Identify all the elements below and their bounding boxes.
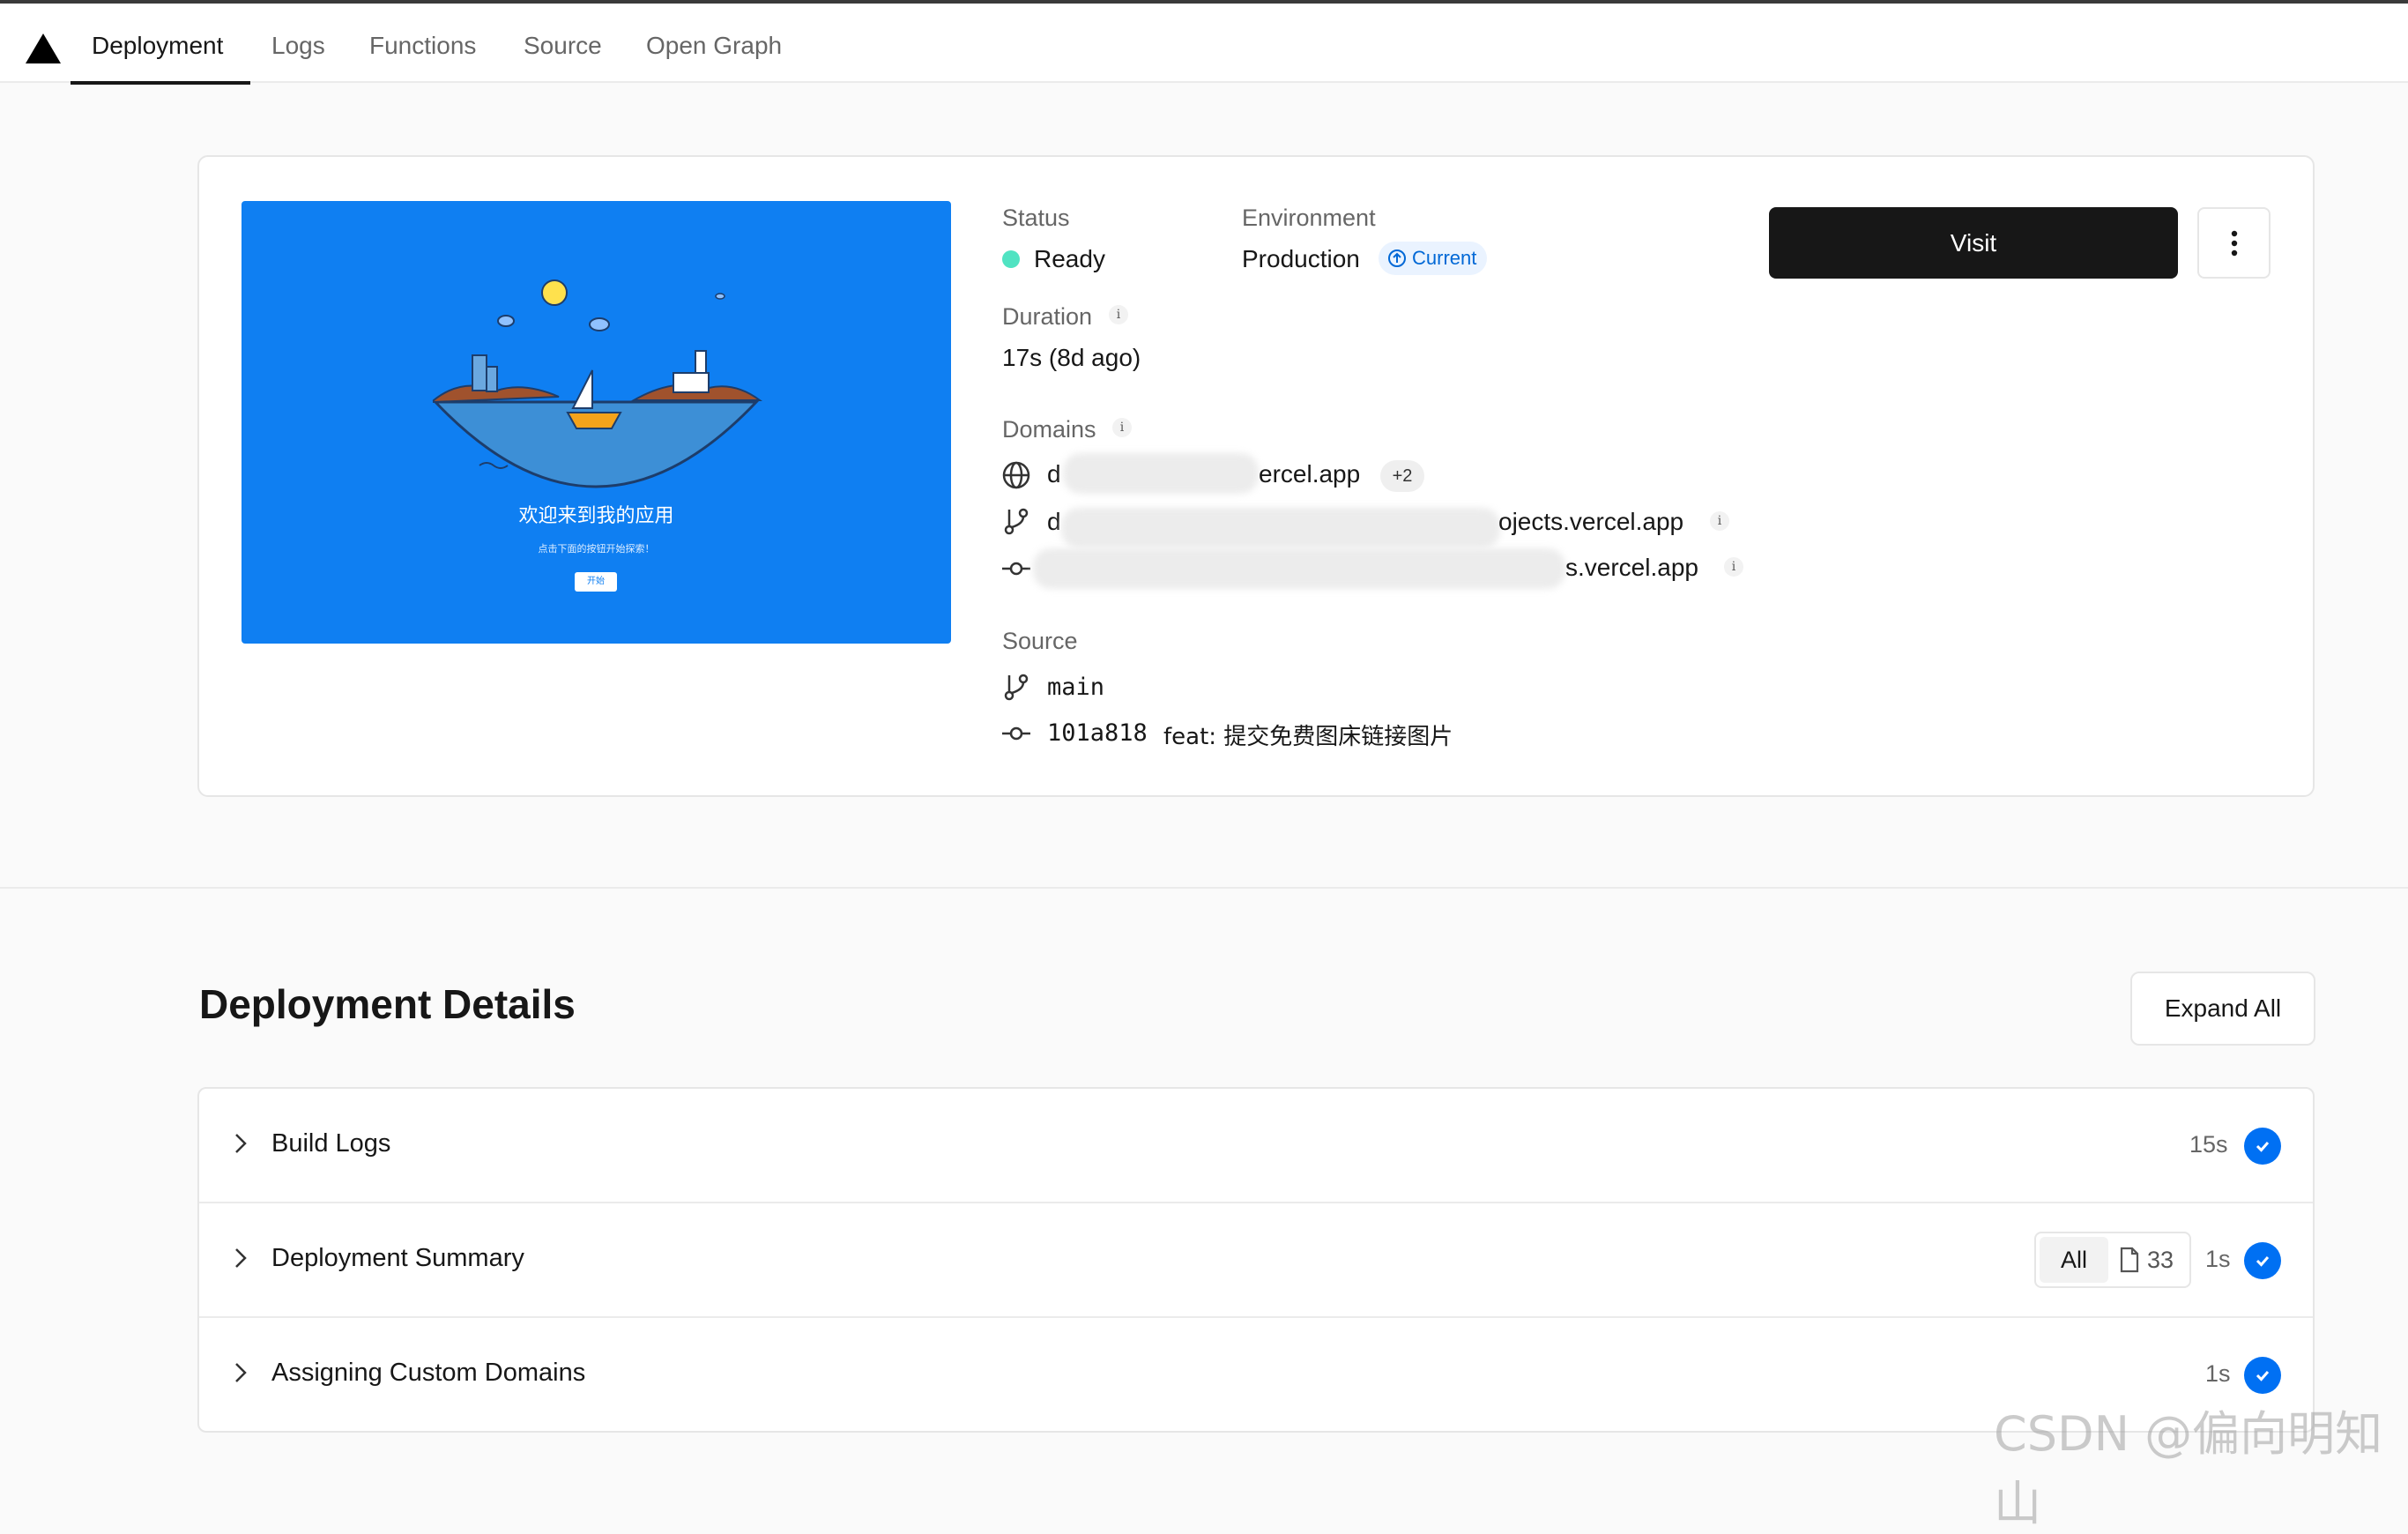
domain-link-primary-prefix[interactable]: d [1047, 460, 1061, 488]
redacted-domain-blur [1033, 548, 1565, 589]
commit-domain-info-icon[interactable]: i [1724, 557, 1743, 577]
status-value: Ready [1034, 245, 1105, 272]
tab-logs[interactable]: Logs [271, 32, 325, 60]
current-badge-label: Current [1412, 247, 1477, 269]
current-badge: Current [1379, 242, 1488, 275]
detail-row-label: Build Logs [271, 1129, 391, 1158]
detail-row-label: Deployment Summary [271, 1244, 524, 1272]
domains-info-icon[interactable]: i [1112, 418, 1132, 437]
status-indicator [1002, 250, 1020, 268]
check-circle-icon [2244, 1357, 2281, 1394]
chevron-right-icon [235, 1363, 247, 1382]
environment-value: Production [1242, 245, 1360, 272]
chevron-right-icon [235, 1134, 247, 1153]
top-navigation: Deployment Logs Functions Source Open Gr… [0, 0, 2408, 85]
source-commit-hash[interactable]: 101a818 [1047, 719, 1148, 747]
detail-row-duration: 15s [2189, 1131, 2228, 1158]
redacted-domain-blur [1063, 453, 1259, 494]
git-commit-icon [1002, 726, 1030, 741]
active-tab-indicator [71, 81, 250, 85]
branch-domain-info-icon[interactable]: i [1710, 511, 1729, 531]
preview-start-button: 开始 [575, 572, 617, 592]
section-divider [0, 887, 2408, 889]
detail-row-duration: 1s [2205, 1360, 2231, 1387]
preview-subtitle: 点击下面的按钮开始探索！ [538, 543, 655, 555]
domains-label: Domains [1002, 416, 1096, 443]
deployment-preview-thumbnail[interactable]: 欢迎来到我的应用 点击下面的按钮开始探索！ 开始 [242, 201, 951, 644]
globe-icon [1002, 461, 1030, 489]
deployment-details-title: Deployment Details [199, 981, 576, 1027]
check-circle-icon [2244, 1242, 2281, 1279]
more-domains-badge[interactable]: +2 [1380, 460, 1424, 492]
domain-link-branch[interactable]: ojects.vercel.app [1498, 508, 1683, 536]
environment-label: Environment [1242, 205, 1376, 231]
duration-info-icon[interactable]: i [1109, 305, 1128, 324]
detail-row-label: Assigning Custom Domains [271, 1359, 586, 1387]
domain-link-branch-prefix[interactable]: d [1047, 508, 1061, 536]
file-count-filter[interactable]: 33 [2119, 1247, 2174, 1274]
visit-button[interactable]: Visit [1769, 207, 2178, 279]
domain-link-primary[interactable]: ercel.app [1259, 460, 1360, 488]
check-circle-icon [2244, 1128, 2281, 1165]
file-icon [2120, 1247, 2139, 1273]
redacted-domain-blur [1061, 508, 1500, 548]
detail-row-deployment-summary[interactable]: Deployment Summary All 33 1s [199, 1203, 2313, 1318]
file-count: 33 [2147, 1246, 2174, 1273]
more-options-button[interactable] [2197, 207, 2271, 279]
preview-title: 欢迎来到我的应用 [518, 505, 674, 527]
source-commit-message[interactable]: feat: 提交免费图床链接图片 [1163, 719, 1453, 751]
chevron-right-icon [235, 1248, 247, 1268]
duration-value: 17s (8d ago) [1002, 344, 1141, 371]
domain-link-commit[interactable]: s.vercel.app [1565, 554, 1698, 582]
git-commit-icon [1002, 562, 1030, 576]
duration-label: Duration [1002, 303, 1093, 330]
detail-row-build-logs[interactable]: Build Logs 15s [199, 1089, 2313, 1203]
tab-deployment[interactable]: Deployment [92, 32, 223, 60]
tab-open-graph[interactable]: Open Graph [646, 32, 782, 60]
git-branch-icon [1004, 508, 1029, 535]
filter-all-button[interactable]: All [2040, 1237, 2108, 1283]
git-branch-icon [1004, 674, 1029, 701]
vercel-logo-icon[interactable] [25, 32, 62, 65]
detail-row-duration: 1s [2205, 1246, 2231, 1272]
source-label: Source [1002, 628, 1078, 654]
arrow-up-circle-icon [1388, 249, 1406, 267]
vertical-ellipsis-icon [2231, 230, 2237, 256]
deployment-details-list: Build Logs 15s Deployment Summary All 33… [197, 1087, 2315, 1433]
status-label: Status [1002, 205, 1070, 231]
csdn-watermark: CSDN @偏向明知山 [1994, 1406, 2383, 1531]
expand-all-button[interactable]: Expand All [2130, 972, 2315, 1046]
summary-filter: All 33 [2034, 1232, 2191, 1288]
tab-source[interactable]: Source [524, 32, 602, 60]
source-branch[interactable]: main [1047, 674, 1104, 701]
tab-functions[interactable]: Functions [369, 32, 476, 60]
